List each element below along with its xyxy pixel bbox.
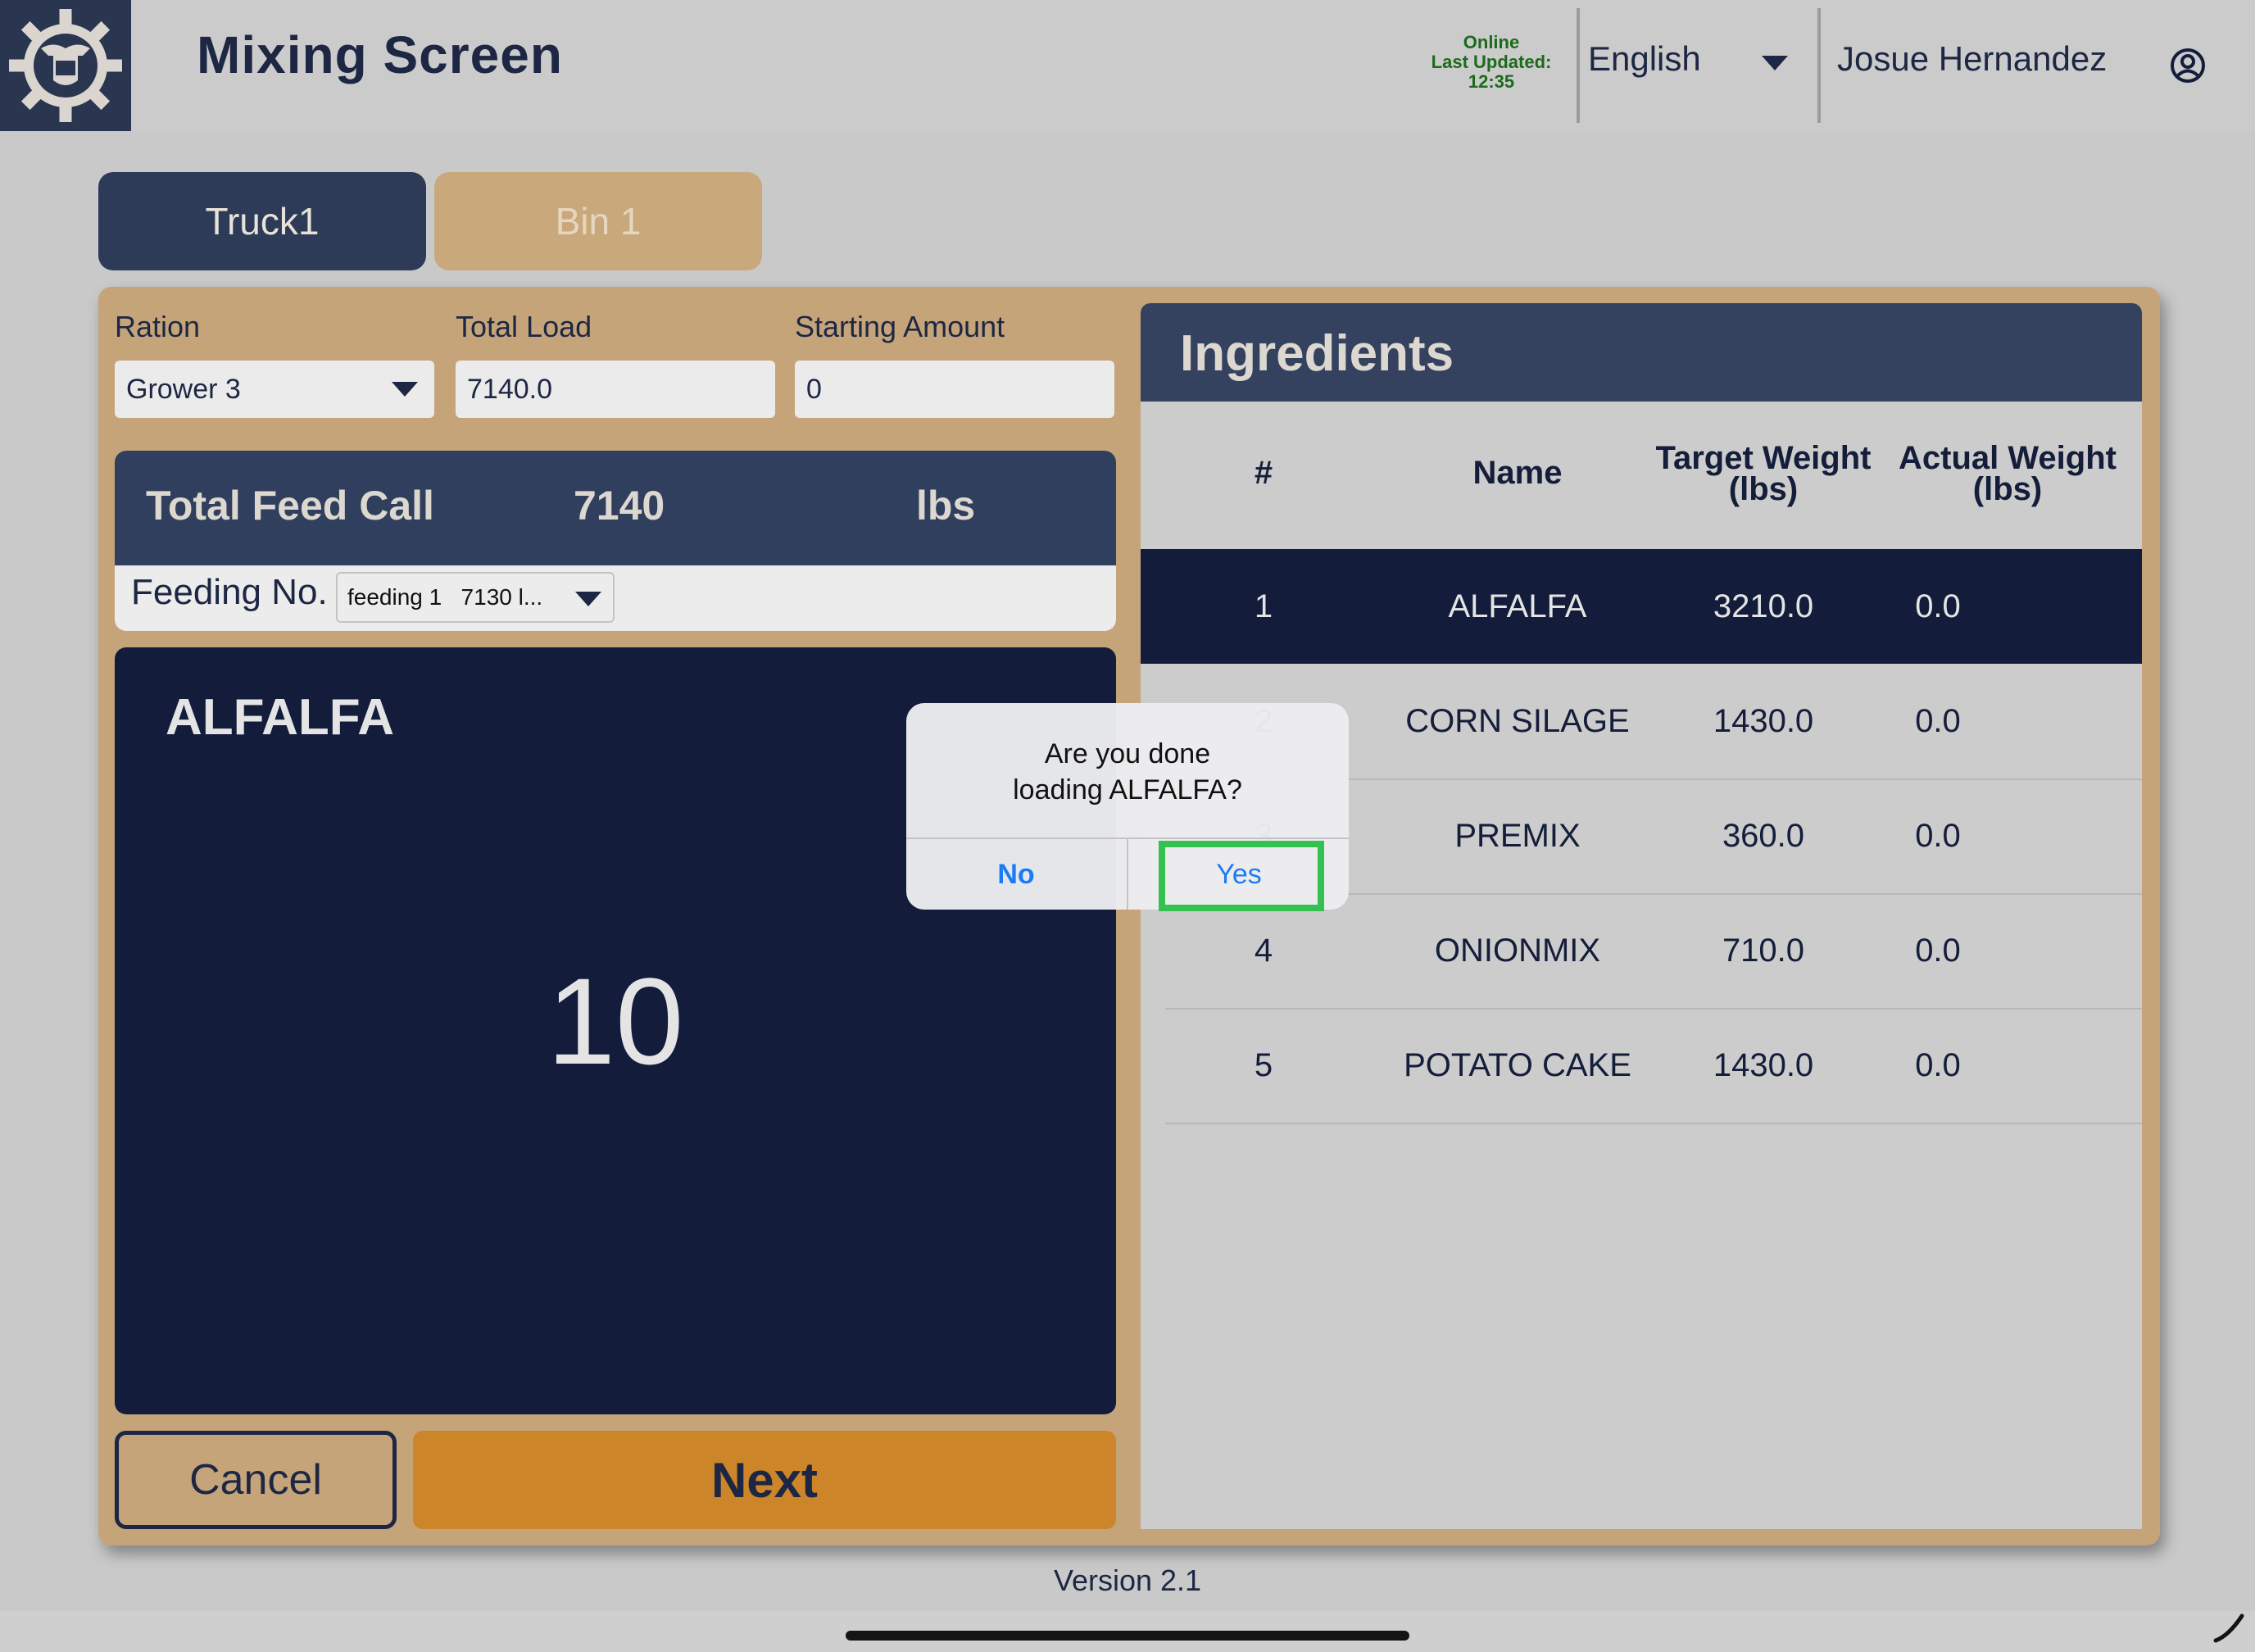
chevron-down-icon[interactable] [575, 592, 601, 606]
ingredients-title: Ingredients [1180, 325, 1454, 382]
sync-status: Online Last Updated: 12:35 [1418, 33, 1565, 92]
ration-value: Grower 3 [126, 373, 241, 405]
total-load-label: Total Load [456, 310, 592, 343]
row-target-weight: 360.0 [1722, 817, 1805, 854]
next-button[interactable]: Next [413, 1431, 1116, 1529]
column-header-number: # [1254, 455, 1273, 491]
feeding-select[interactable]: feeding 1 7130 l... [336, 572, 615, 623]
feed-call-value: 7140 [574, 483, 665, 529]
feed-call-unit: lbs [916, 483, 976, 529]
ration-label: Ration [115, 310, 201, 343]
header-divider [1577, 8, 1580, 123]
tab-bin1[interactable]: Bin 1 [434, 172, 762, 270]
row-divider [1165, 1123, 2142, 1124]
row-target-weight: 1430.0 [1713, 702, 1814, 739]
yes-button-highlight [1159, 841, 1324, 911]
column-header-actual-weight: Actual Weight (lbs) [1899, 440, 2117, 507]
ration-select[interactable]: Grower 3 [115, 361, 434, 418]
starting-amount-label: Starting Amount [795, 310, 1005, 343]
row-target-weight: 3210.0 [1713, 588, 1814, 624]
row-target-weight: 1430.0 [1713, 1046, 1814, 1083]
feeding-select-value: feeding 1 7130 l... [347, 584, 543, 610]
table-row[interactable]: 5 POTATO CAKE 1430.0 0.0 [1141, 1008, 2142, 1123]
version-label: Version 2.1 [1053, 1564, 1202, 1597]
row-name: ALFALFA [1448, 588, 1587, 624]
row-number: 5 [1254, 1046, 1273, 1083]
gear-cow-logo-icon [9, 9, 122, 122]
cancel-button[interactable]: Cancel [115, 1431, 397, 1529]
row-number: 1 [1254, 588, 1273, 624]
chevron-down-icon[interactable] [392, 382, 418, 397]
row-actual-weight: 0.0 [1915, 932, 1961, 969]
home-indicator[interactable] [846, 1631, 1409, 1641]
header-divider [1817, 8, 1821, 123]
total-load-value: 7140.0 [467, 373, 552, 405]
feed-call-label: Total Feed Call [146, 483, 434, 529]
total-load-input[interactable]: 7140.0 [456, 361, 775, 418]
starting-amount-input[interactable]: 0 [795, 361, 1114, 418]
dialog-no-button[interactable]: No [906, 839, 1126, 910]
page-title: Mixing Screen [197, 25, 563, 84]
language-select[interactable]: English [1588, 39, 1701, 79]
row-target-weight: 710.0 [1722, 932, 1805, 969]
current-ingredient-name: ALFALFA [166, 689, 394, 746]
row-actual-weight: 0.0 [1915, 817, 1961, 854]
feeding-no-label: Feeding No. [131, 572, 328, 612]
row-actual-weight: 0.0 [1915, 702, 1961, 739]
feed-call-card: Total Feed Call 7140 lbs Feeding No. fee… [115, 451, 1116, 631]
dialog-message-line1: Are you done [1044, 738, 1211, 769]
row-name: PREMIX [1454, 817, 1581, 854]
current-weight-value: 10 [547, 952, 684, 1090]
dialog-message: Are you done loading ALFALFA? [906, 736, 1349, 808]
tab-truck1[interactable]: Truck1 [98, 172, 426, 270]
row-name: ONIONMIX [1434, 932, 1601, 969]
starting-amount-value: 0 [806, 373, 822, 405]
row-actual-weight: 0.0 [1915, 588, 1961, 624]
table-row-selected[interactable]: 1 ALFALFA 3210.0 0.0 [1141, 549, 2142, 664]
row-name: POTATO CAKE [1404, 1046, 1631, 1083]
app-logo[interactable] [0, 0, 131, 131]
user-name: Josue Hernandez [1837, 39, 2108, 78]
pencil-icon[interactable] [2212, 1611, 2245, 1644]
row-actual-weight: 0.0 [1915, 1046, 1961, 1083]
column-header-target-weight: Target Weight (lbs) [1655, 440, 1872, 507]
dialog-divider [1127, 837, 1128, 910]
online-status-text: Online [1463, 32, 1520, 52]
dialog-message-line2: loading ALFALFA? [1013, 774, 1242, 806]
chevron-down-icon[interactable] [1762, 56, 1788, 70]
column-header-name: Name [1472, 455, 1563, 491]
ingredients-table: Ingredients # Name Target Weight (lbs) Ac… [1141, 303, 2142, 1529]
last-updated-label: Last Updated: [1431, 52, 1552, 72]
last-updated-time: 12:35 [1468, 71, 1515, 92]
row-name: CORN SILAGE [1405, 702, 1630, 739]
user-account-icon[interactable] [2170, 48, 2206, 84]
